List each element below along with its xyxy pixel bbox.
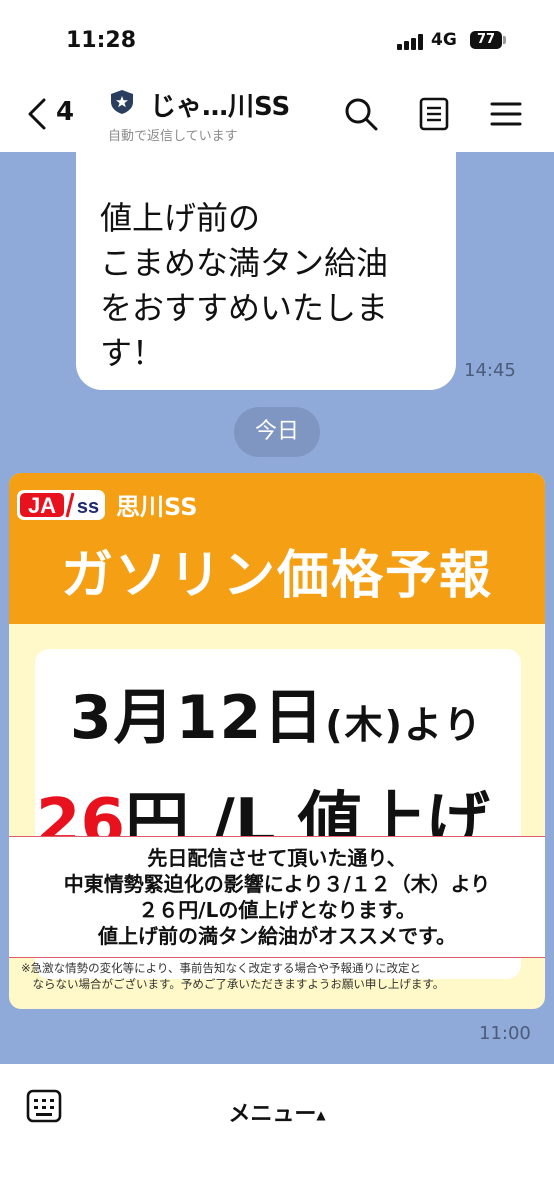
chat-title[interactable]: じゃ…川SS	[150, 86, 290, 123]
status-bar: 11:28 4G 77	[0, 0, 554, 80]
ja-ss-logo: JA ss	[17, 490, 105, 520]
effective-date: 3月12日(木)より	[70, 669, 483, 756]
network-type: 4G	[431, 30, 457, 50]
bottom-bar: メニュー▲	[0, 1064, 554, 1200]
battery-icon: 77	[470, 31, 502, 49]
shield-icon	[111, 90, 133, 114]
signal-icon	[397, 34, 425, 50]
store-name: 思川SS	[116, 493, 198, 521]
menu-toggle-button[interactable]: メニュー▲	[0, 1096, 554, 1128]
chat-header: 4 じゃ…川SS 自動で返信しています	[0, 80, 554, 152]
search-icon[interactable]	[343, 96, 379, 132]
card-title: ガソリン価格予報	[60, 546, 493, 606]
message-text: 値上げ前の こまめな満タン給油 をおすすめいたしま す！	[100, 199, 389, 372]
price-forecast-card[interactable]: JA ss 思川SS ガソリン価格予報 3月12日(木)より 26円 /L 値上…	[9, 473, 545, 1009]
disclaimer-footnote: ※急激な情勢の変化等により、事前告知なく改定する場合や予報通りに改定と ならない…	[21, 961, 445, 991]
date-suffix: より	[404, 703, 484, 747]
chat-subtitle: 自動で返信しています	[108, 129, 238, 144]
card-time: 11:00	[479, 1023, 531, 1044]
battery-tip	[503, 36, 506, 44]
date-divider: 今日	[234, 407, 320, 457]
date-weekday: (木)	[325, 703, 404, 747]
menu-label: メニュー	[228, 1102, 317, 1127]
svg-text:ss: ss	[77, 496, 99, 518]
svg-text:JA: JA	[28, 493, 56, 518]
status-time: 11:28	[66, 28, 137, 53]
notes-icon[interactable]	[416, 96, 452, 132]
menu-icon[interactable]	[488, 96, 524, 132]
message-time: 14:45	[464, 360, 516, 381]
date-main: 3月12日	[70, 683, 326, 753]
caret-up-icon: ▲	[316, 1108, 326, 1122]
notice-text: 先日配信させて頂いた通り、 中東情勢緊迫化の影響により３/１２（木）より ２６円…	[63, 846, 491, 948]
unread-count[interactable]: 4	[56, 97, 74, 127]
